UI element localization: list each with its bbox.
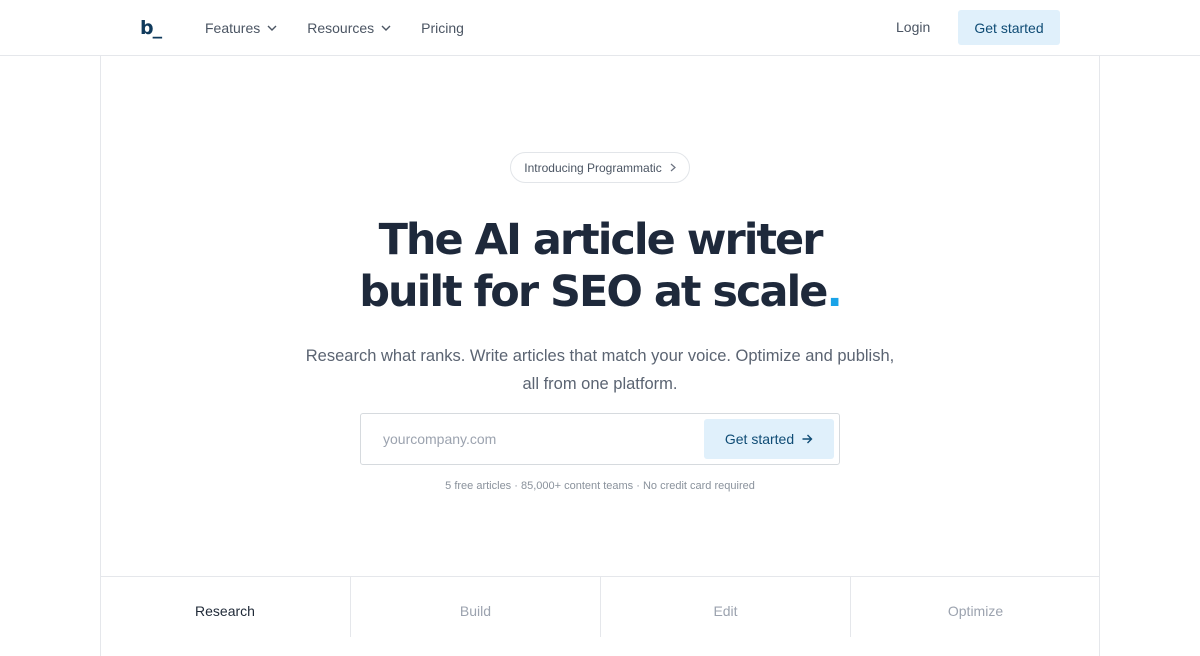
tab-edit[interactable]: Edit <box>600 577 850 637</box>
feature-tabs: Research Build Edit Optimize <box>100 576 1100 637</box>
tab-research[interactable]: Research <box>100 577 350 637</box>
hero-subtitle: Research what ranks. Write articles that… <box>305 347 895 393</box>
hero-title-dot: . <box>826 267 842 317</box>
signup-form: Get started <box>360 413 840 465</box>
tab-optimize[interactable]: Optimize <box>850 577 1100 637</box>
get-started-button-header[interactable]: Get started <box>958 10 1060 45</box>
announcement-label: Introducing Programmatic <box>524 160 662 175</box>
nav-resources[interactable]: Resources <box>307 20 391 36</box>
nav-features[interactable]: Features <box>205 20 277 36</box>
chevron-down-icon <box>381 25 391 31</box>
hero-title: The AI article writer built for SEO at s… <box>0 214 1200 318</box>
fineprint: 5 free articles · 85,000+ content teams … <box>445 480 755 492</box>
get-started-button[interactable]: Get started <box>704 419 834 459</box>
hero-title-line2: built for SEO at scale <box>359 267 828 317</box>
arrow-right-icon <box>802 431 813 447</box>
nav-pricing-label: Pricing <box>421 20 464 36</box>
chevron-right-icon <box>670 161 676 175</box>
top-navigation-bar: b_ Features Resources Pricing Login Get … <box>0 0 1200 56</box>
main-nav: Features Resources Pricing <box>205 0 494 56</box>
chevron-down-icon <box>267 25 277 31</box>
hero-title-line1: The AI article writer <box>378 215 824 265</box>
company-url-input[interactable] <box>362 415 700 463</box>
get-started-label: Get started <box>724 431 795 447</box>
tab-build[interactable]: Build <box>350 577 600 637</box>
announcement-pill[interactable]: Introducing Programmatic <box>510 152 690 183</box>
brand-logo[interactable]: b_ <box>140 17 162 39</box>
nav-features-label: Features <box>205 20 261 36</box>
nav-pricing[interactable]: Pricing <box>421 20 464 36</box>
login-link[interactable]: Login <box>896 19 930 35</box>
nav-resources-label: Resources <box>307 20 375 36</box>
